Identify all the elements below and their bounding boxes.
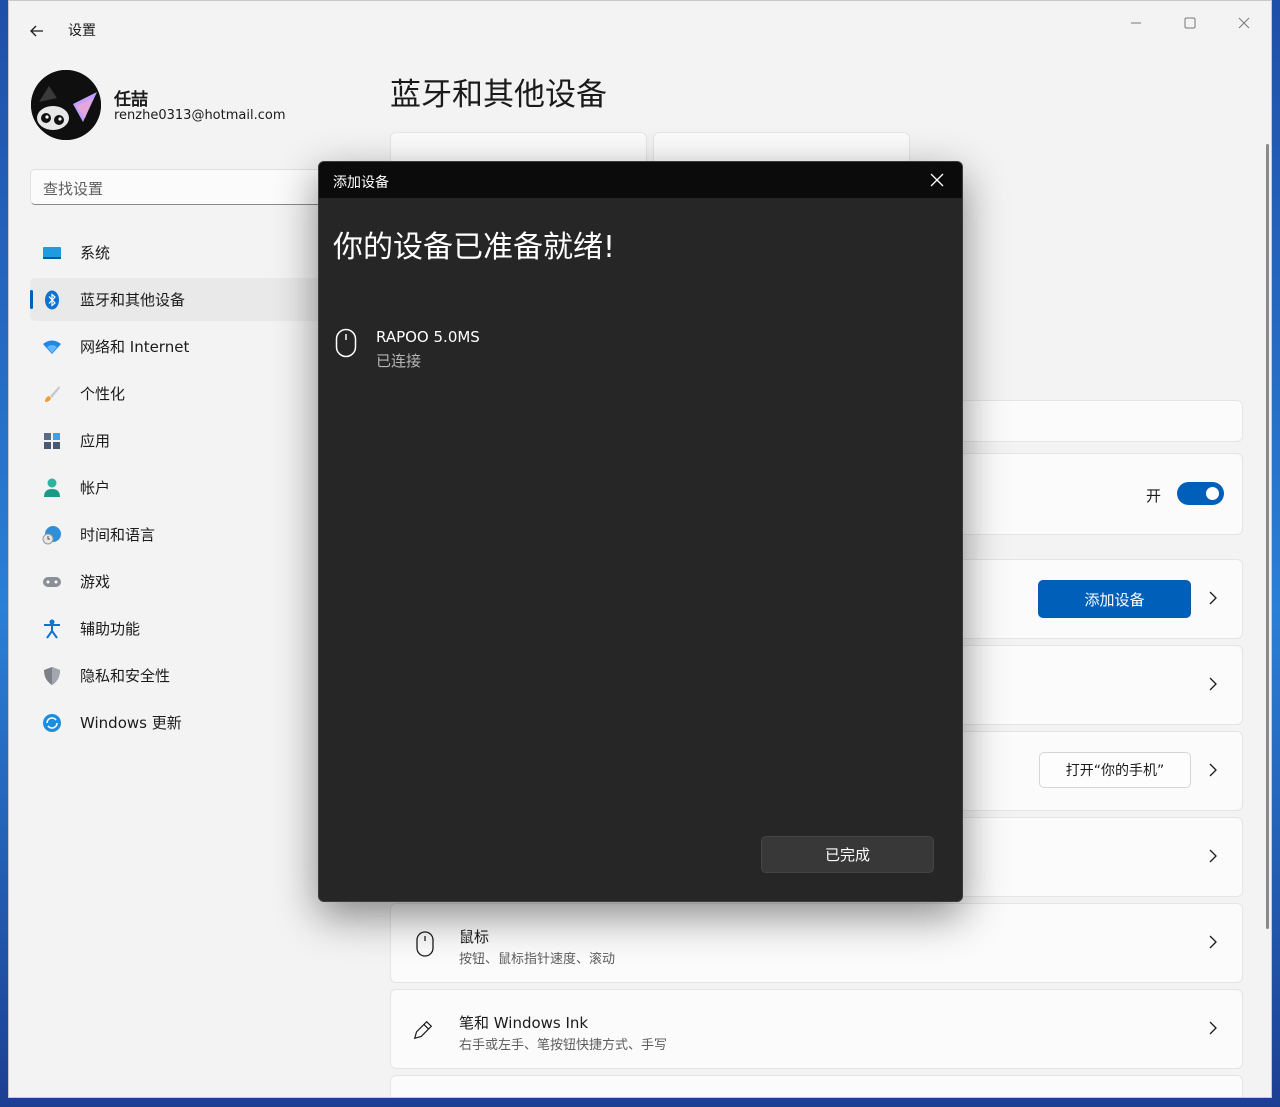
row-title: 鼠标 [459, 928, 490, 946]
sidebar-item-accounts[interactable]: 帐户 [30, 466, 330, 509]
title-bar: 设置 [9, 1, 1271, 57]
sidebar-item-label: Windows 更新 [80, 714, 182, 732]
gamepad-icon [42, 572, 62, 592]
sidebar-item-system[interactable]: 系统 [30, 231, 330, 274]
dialog-title-bar: 添加设备 [319, 162, 962, 198]
chevron-right-icon[interactable] [1208, 590, 1218, 609]
pen-settings-row[interactable]: 笔和 Windows Ink 右手或左手、笔按钮快捷方式、手写 [390, 989, 1243, 1069]
dialog-heading: 你的设备已准备就绪! [333, 230, 616, 265]
sidebar-item-personalization[interactable]: 个性化 [30, 372, 330, 415]
sidebar-item-label: 个性化 [80, 385, 126, 403]
wifi-icon [42, 337, 62, 357]
scrollbar[interactable] [1266, 144, 1269, 929]
sidebar-item-apps[interactable]: 应用 [30, 419, 330, 462]
sidebar-nav: 系统 蓝牙和其他设备 网络和 Internet 个性化 应用 帐户 时间和语言 … [30, 231, 330, 748]
sidebar-item-time-language[interactable]: 时间和语言 [30, 513, 330, 556]
row-title: 笔和 Windows Ink [459, 1014, 589, 1032]
close-icon [1238, 17, 1250, 29]
mouse-icon [335, 328, 357, 358]
user-name: 任喆 [114, 90, 148, 110]
brush-icon [42, 384, 62, 404]
avatar-cat-icon [31, 70, 101, 140]
row-subtitle: 按钮、鼠标指针速度、滚动 [459, 952, 616, 967]
dialog-title: 添加设备 [333, 175, 389, 191]
sidebar-item-label: 帐户 [80, 479, 111, 497]
avatar[interactable] [31, 70, 101, 140]
toggle-knob [1206, 487, 1219, 500]
globe-clock-icon [42, 525, 62, 545]
chevron-right-icon[interactable] [1208, 762, 1218, 781]
sidebar-item-label: 网络和 Internet [80, 338, 190, 356]
sidebar-item-label: 游戏 [80, 573, 111, 591]
open-phone-link-button[interactable]: 打开“你的手机” [1039, 752, 1191, 788]
chevron-right-icon [1208, 1020, 1218, 1039]
dialog-close-button[interactable] [926, 169, 948, 191]
settings-row[interactable] [390, 1075, 1243, 1097]
maximize-icon [1184, 17, 1196, 29]
device-status: 已连接 [376, 352, 422, 370]
sidebar-item-bluetooth[interactable]: 蓝牙和其他设备 [30, 278, 330, 321]
sidebar-item-accessibility[interactable]: 辅助功能 [30, 607, 330, 650]
shield-icon [42, 666, 62, 686]
mouse-settings-row[interactable]: 鼠标 按钮、鼠标指针速度、滚动 [390, 903, 1243, 983]
accessibility-icon [42, 619, 62, 639]
apps-icon [42, 431, 62, 451]
sidebar-item-gaming[interactable]: 游戏 [30, 560, 330, 603]
chevron-right-icon [1208, 848, 1218, 867]
close-icon [930, 173, 944, 187]
maximize-button[interactable] [1167, 9, 1213, 37]
user-email: renzhe0313@hotmail.com [114, 108, 286, 123]
search-input[interactable] [43, 180, 317, 198]
add-device-button[interactable]: 添加设备 [1038, 580, 1191, 618]
close-window-button[interactable] [1221, 9, 1267, 37]
bluetooth-toggle-label: 开 [1146, 487, 1162, 505]
arrow-left-icon [30, 25, 43, 37]
sidebar-item-label: 蓝牙和其他设备 [80, 291, 186, 309]
sidebar-item-label: 隐私和安全性 [80, 667, 171, 685]
search-box[interactable] [30, 169, 330, 205]
person-icon [42, 478, 62, 498]
page-title: 蓝牙和其他设备 [390, 77, 607, 113]
chevron-right-icon [1208, 934, 1218, 953]
sidebar-item-label: 系统 [80, 244, 111, 262]
back-button[interactable] [23, 17, 51, 45]
chevron-right-icon [1208, 676, 1218, 695]
add-device-dialog: 添加设备 你的设备已准备就绪! RAPOO 5.0MS 已连接 已完成 [318, 161, 963, 902]
row-subtitle: 右手或左手、笔按钮快捷方式、手写 [459, 1038, 668, 1053]
mouse-icon [413, 930, 437, 958]
app-title: 设置 [68, 23, 96, 39]
sidebar-item-label: 应用 [80, 432, 111, 450]
monitor-icon [42, 243, 62, 263]
sidebar-item-privacy[interactable]: 隐私和安全性 [30, 654, 330, 697]
done-button[interactable]: 已完成 [761, 836, 934, 873]
bluetooth-icon [42, 290, 62, 310]
sidebar-item-windows-update[interactable]: Windows 更新 [30, 701, 330, 744]
sync-icon [42, 713, 62, 733]
settings-window: 设置 任喆 renzhe0313@hotmail.com 查找设置 系统 蓝牙和… [8, 0, 1272, 1098]
sidebar-item-label: 辅助功能 [80, 620, 141, 638]
minimize-button[interactable] [1113, 9, 1159, 37]
pen-icon [411, 1016, 435, 1044]
sidebar-item-network[interactable]: 网络和 Internet [30, 325, 330, 368]
sidebar-item-label: 时间和语言 [80, 526, 156, 544]
minimize-icon [1131, 22, 1141, 24]
bluetooth-toggle[interactable] [1177, 482, 1224, 505]
device-name: RAPOO 5.0MS [376, 328, 480, 346]
